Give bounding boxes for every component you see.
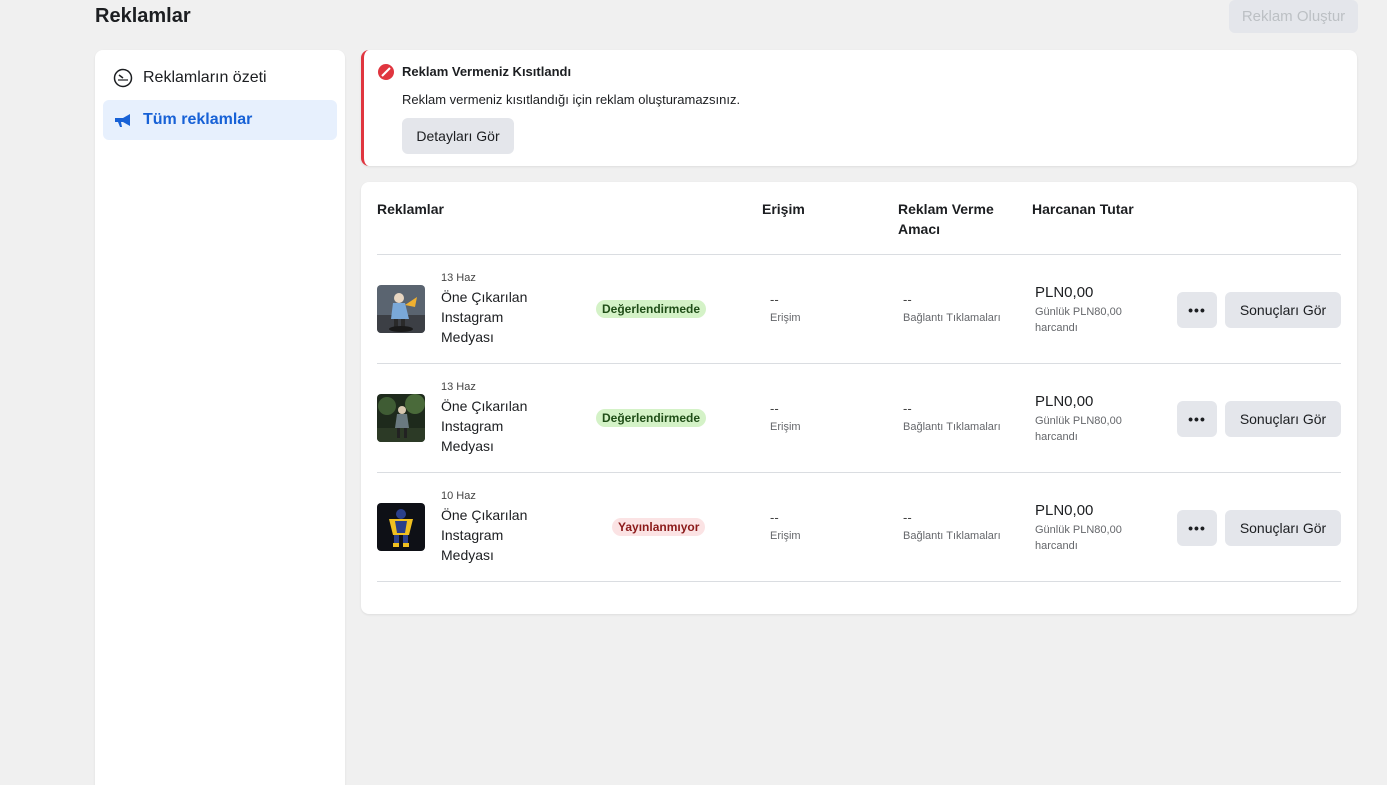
see-details-button[interactable]: Detayları Gör bbox=[402, 118, 514, 154]
page-title: Reklamlar bbox=[95, 5, 191, 27]
alert-message: Reklam vermeniz kısıtlandığı için reklam… bbox=[402, 92, 741, 107]
more-icon: ••• bbox=[1188, 411, 1206, 427]
ad-thumbnail[interactable] bbox=[377, 503, 425, 551]
restricted-icon bbox=[378, 64, 394, 80]
alert-title: Reklam Vermeniz Kısıtlandı bbox=[402, 64, 572, 79]
objective-value: -- bbox=[903, 401, 912, 416]
megaphone-icon bbox=[113, 110, 133, 130]
table-row[interactable]: 10 Haz Öne Çıkarılan Instagram Medyası Y… bbox=[377, 473, 1341, 582]
ad-date: 13 Haz bbox=[441, 272, 476, 284]
objective-label: Bağlantı Tıklamaları bbox=[903, 530, 1001, 542]
objective-value: -- bbox=[903, 292, 912, 307]
column-header-ads[interactable]: Reklamlar bbox=[377, 199, 444, 219]
sidebar-item-label: Reklamların özeti bbox=[143, 69, 267, 86]
see-results-button[interactable]: Sonuçları Gör bbox=[1225, 401, 1341, 437]
objective-value: -- bbox=[903, 510, 912, 525]
reach-value: -- bbox=[770, 292, 779, 307]
sidebar: Reklamların özeti Tüm reklamlar bbox=[95, 50, 345, 785]
objective-label: Bağlantı Tıklamaları bbox=[903, 421, 1001, 433]
ad-date: 10 Haz bbox=[441, 490, 476, 502]
reach-label: Erişim bbox=[770, 530, 801, 542]
reach-value: -- bbox=[770, 401, 779, 416]
table-row[interactable]: 13 Haz Öne Çıkarılan Instagram Medyası D… bbox=[377, 364, 1341, 473]
ad-thumbnail[interactable] bbox=[377, 394, 425, 442]
column-header-spent[interactable]: Harcanan Tutar bbox=[1032, 199, 1134, 219]
dashboard-gauge-icon bbox=[113, 68, 133, 88]
objective-label: Bağlantı Tıklamaları bbox=[903, 312, 1001, 324]
sidebar-item-ads-overview[interactable]: Reklamların özeti bbox=[103, 58, 337, 98]
ad-name[interactable]: Öne Çıkarılan Instagram Medyası bbox=[441, 505, 551, 565]
status-badge: Değerlendirmede bbox=[596, 409, 707, 427]
reach-label: Erişim bbox=[770, 421, 801, 433]
reach-value: -- bbox=[770, 510, 779, 525]
create-ad-button[interactable]: Reklam Oluştur bbox=[1229, 0, 1358, 33]
restriction-alert: Reklam Vermeniz Kısıtlandı Reklam vermen… bbox=[361, 50, 1357, 166]
more-icon: ••• bbox=[1188, 302, 1206, 318]
more-options-button[interactable]: ••• bbox=[1177, 401, 1217, 437]
column-header-objective[interactable]: Reklam Verme Amacı bbox=[898, 199, 1008, 239]
daily-budget: Günlük PLN80,00 harcandı bbox=[1035, 524, 1122, 552]
ad-date: 13 Haz bbox=[441, 381, 476, 393]
daily-budget: Günlük PLN80,00 harcandı bbox=[1035, 306, 1122, 334]
see-results-button[interactable]: Sonuçları Gör bbox=[1225, 292, 1341, 328]
column-header-reach[interactable]: Erişim bbox=[762, 199, 805, 219]
ad-thumbnail[interactable] bbox=[377, 285, 425, 333]
daily-budget: Günlük PLN80,00 harcandı bbox=[1035, 415, 1122, 443]
sidebar-item-all-ads[interactable]: Tüm reklamlar bbox=[103, 100, 337, 140]
more-icon: ••• bbox=[1188, 520, 1206, 536]
more-options-button[interactable]: ••• bbox=[1177, 292, 1217, 328]
status-badge: Değerlendirmede bbox=[596, 300, 707, 318]
status-badge: Yayınlanmıyor bbox=[612, 518, 706, 536]
table-row[interactable]: 13 Haz Öne Çıkarılan Instagram Medyası D… bbox=[377, 255, 1341, 364]
spent-amount: PLN0,00 bbox=[1035, 502, 1094, 519]
ad-name[interactable]: Öne Çıkarılan Instagram Medyası bbox=[441, 287, 551, 347]
see-results-button[interactable]: Sonuçları Gör bbox=[1225, 510, 1341, 546]
sidebar-item-label: Tüm reklamlar bbox=[143, 111, 253, 128]
more-options-button[interactable]: ••• bbox=[1177, 510, 1217, 546]
reach-label: Erişim bbox=[770, 312, 801, 324]
spent-amount: PLN0,00 bbox=[1035, 393, 1094, 410]
ads-table: Reklamlar Erişim Reklam Verme Amacı Harc… bbox=[361, 182, 1357, 614]
ad-name[interactable]: Öne Çıkarılan Instagram Medyası bbox=[441, 396, 551, 456]
spent-amount: PLN0,00 bbox=[1035, 284, 1094, 301]
